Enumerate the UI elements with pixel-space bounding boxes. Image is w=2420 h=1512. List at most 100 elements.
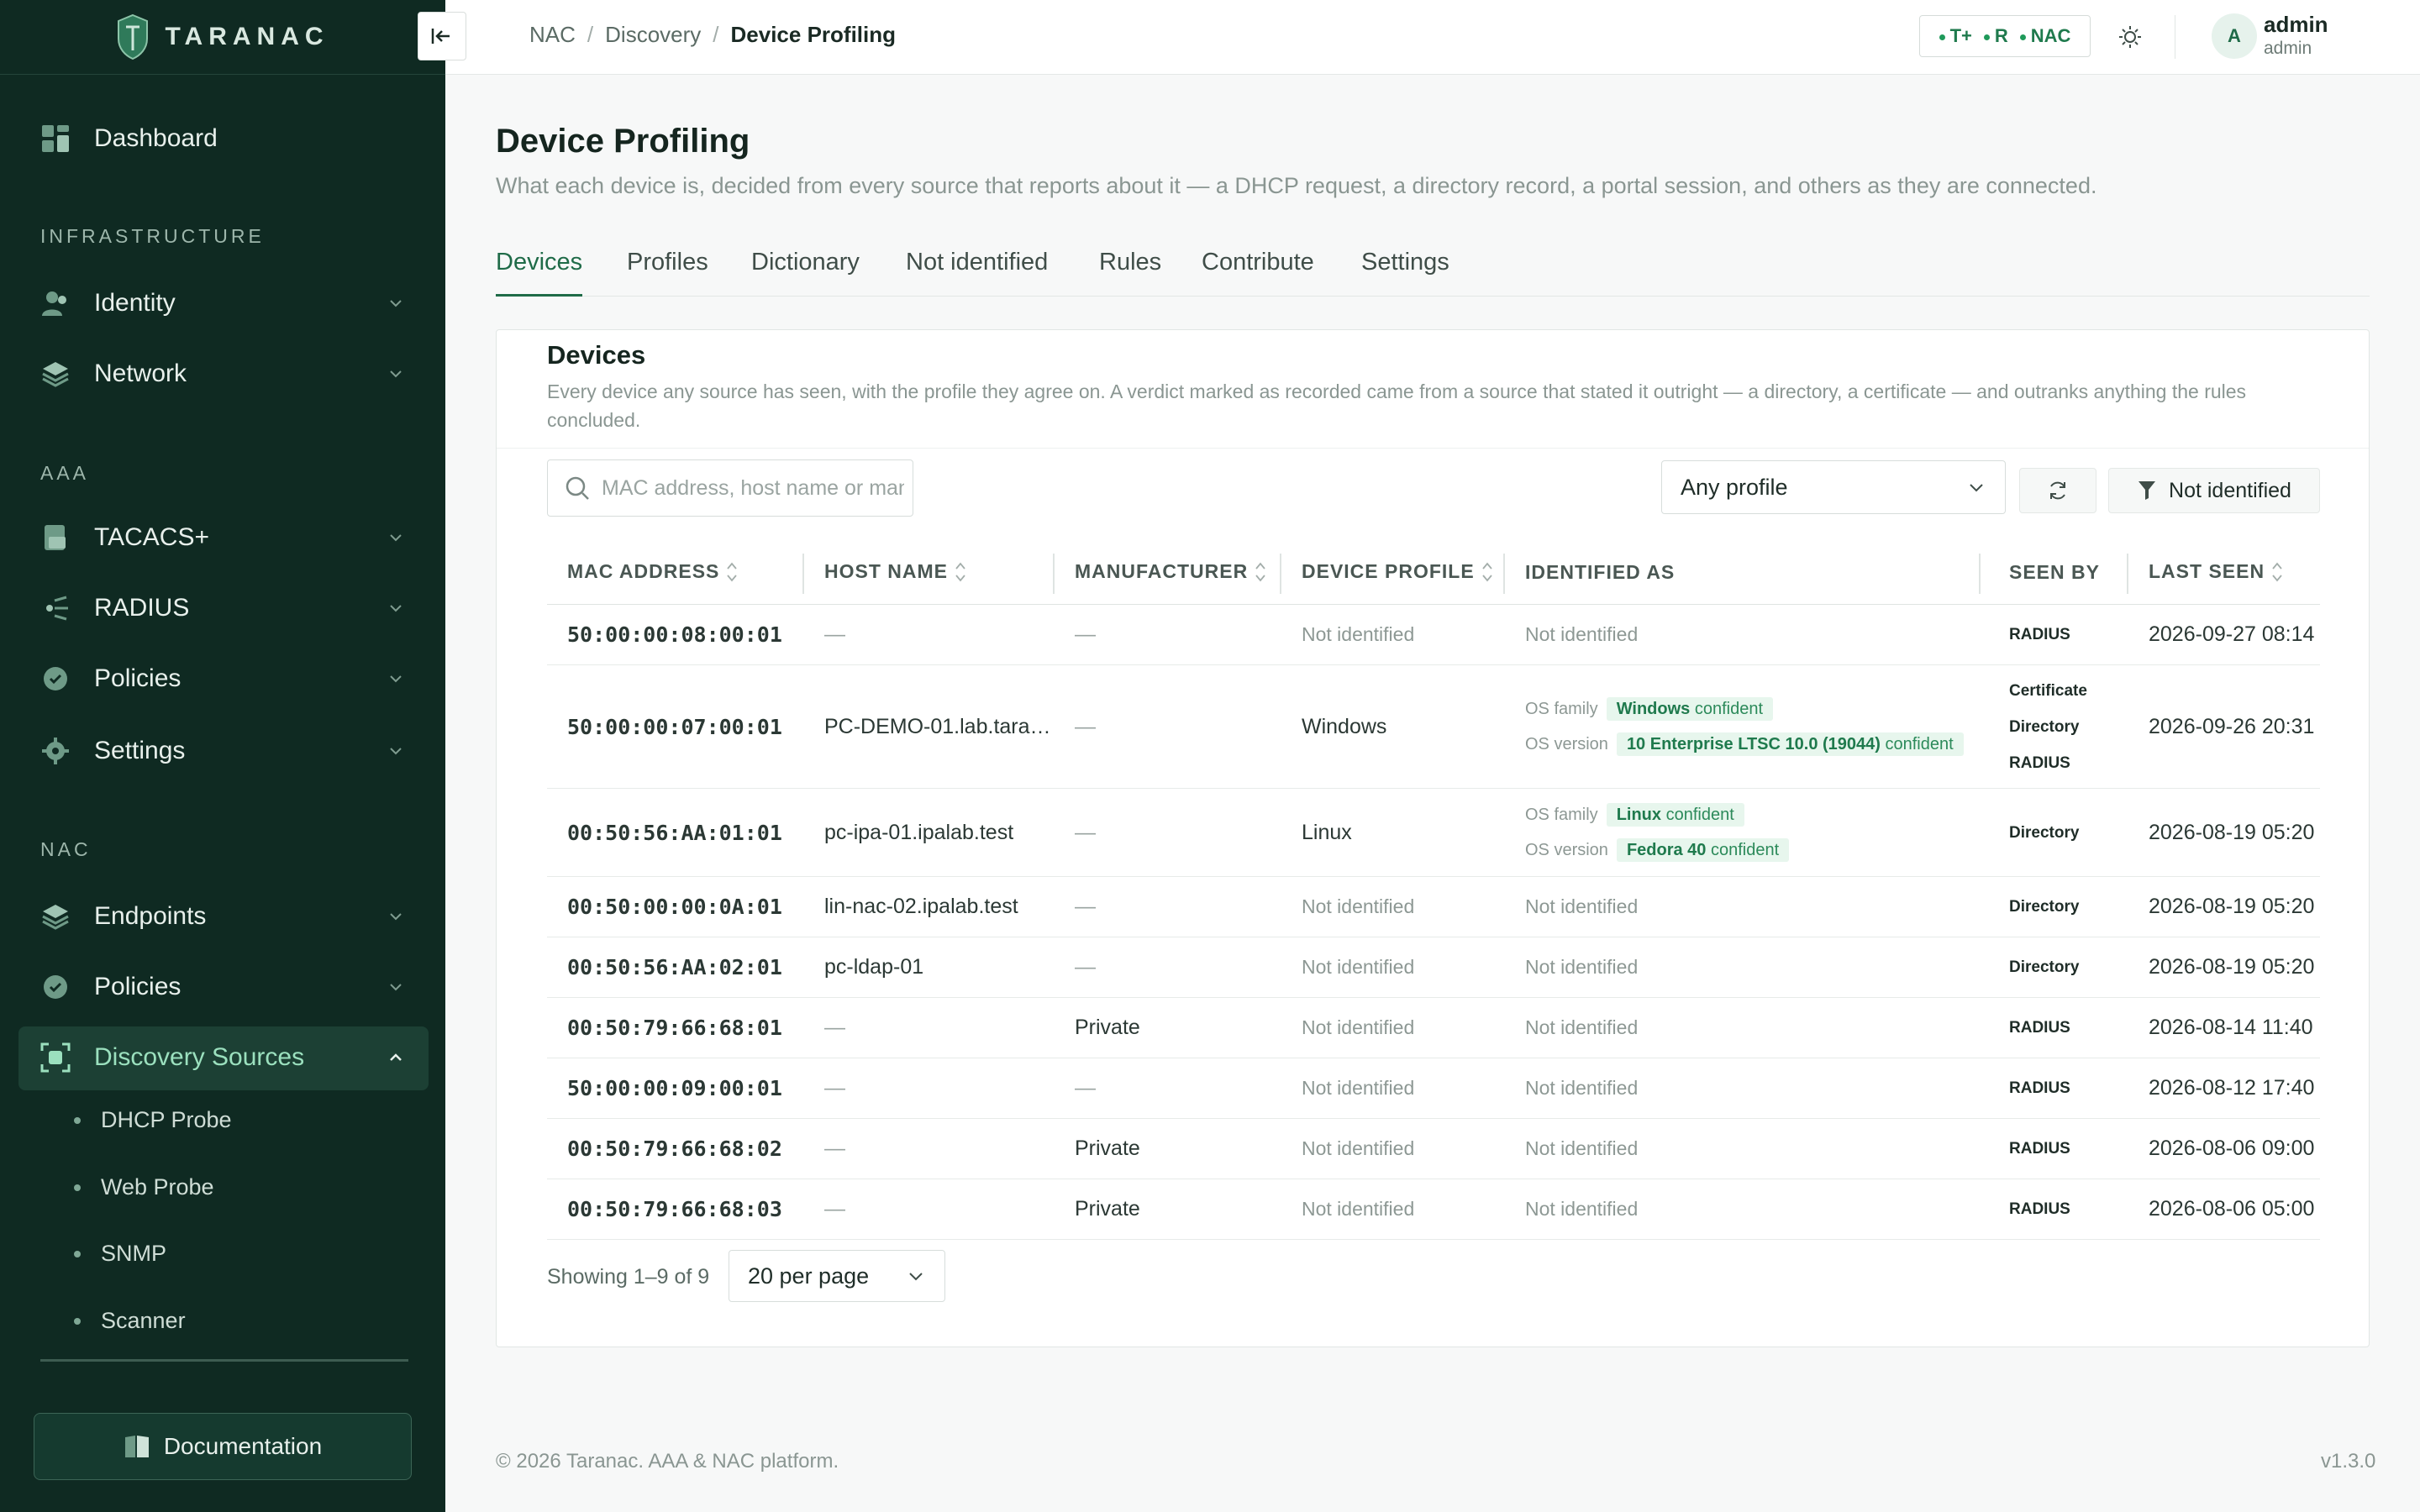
protocol-label: T+: [1949, 25, 1972, 46]
profile-filter-value: Any profile: [1681, 474, 1788, 500]
badge-check-icon: [40, 664, 71, 694]
breadcrumb-separator: /: [713, 22, 719, 47]
column-header-host[interactable]: HOST NAME: [804, 540, 1055, 605]
cell-profile-value: Not identified: [1302, 1077, 1415, 1099]
cell-last-seen: 2026-08-19 05:20: [2128, 937, 2320, 998]
cell-seen-by: Directory: [1981, 876, 2128, 937]
sidebar-item-label: Policies: [94, 664, 182, 692]
refresh-button[interactable]: [2019, 468, 2096, 513]
tab-not-identified[interactable]: Not identified: [906, 249, 1048, 294]
cell-manufacturer: —: [1055, 788, 1281, 877]
per-page-select[interactable]: 20 per page: [729, 1250, 945, 1302]
breadcrumb-discovery[interactable]: Discovery: [605, 22, 701, 48]
cell-identified: Not identified: [1505, 876, 1981, 937]
table-row[interactable]: 00:50:79:66:68:03 — Private Not identifi…: [547, 1179, 2320, 1240]
search-box[interactable]: [547, 459, 913, 517]
cell-identified: OS family Linux confident OS version Fedor…: [1505, 788, 1981, 877]
cell-seen-by: RADIUS: [1981, 604, 2128, 665]
documentation-button[interactable]: Documentation: [34, 1413, 412, 1480]
table-row[interactable]: 00:50:56:AA:01:01 pc-ipa-01.ipalab.test …: [547, 788, 2320, 877]
cell-host-value: —: [824, 1197, 845, 1221]
sub-item-label: DHCP Probe: [101, 1107, 232, 1132]
devices-card: Devices Every device any source has seen…: [496, 329, 2370, 1347]
table-row[interactable]: 50:00:00:08:00:01 — — Not identified Not…: [547, 604, 2320, 665]
not-identified-filter-button[interactable]: Not identified: [2108, 468, 2320, 513]
protocol-status[interactable]: T+ R NAC: [1919, 15, 2091, 57]
table-row[interactable]: 00:50:79:66:68:01 — Private Not identifi…: [547, 997, 2320, 1058]
cell-mac: 50:00:00:09:00:01: [547, 1058, 804, 1119]
table-header-row: MAC ADDRESS HOST NAME MANUFACTURER DEVIC…: [547, 540, 2320, 605]
cell-mac: 00:50:79:66:68:03: [547, 1179, 804, 1240]
table-row[interactable]: 00:50:56:AA:02:01 pc-ldap-01 — Not ident…: [547, 937, 2320, 998]
user-role: admin: [2264, 39, 2312, 58]
search-input[interactable]: [600, 475, 906, 501]
chevron-down-icon: [390, 300, 402, 307]
cell-identified-value: Not identified: [1525, 1016, 1639, 1038]
column-header-seen-by[interactable]: SEEN BY: [1981, 540, 2128, 605]
tab-settings[interactable]: Settings: [1361, 249, 1449, 294]
sort-icon: [2272, 563, 2282, 582]
table-row[interactable]: 50:00:00:07:00:01 PC-DEMO-01.lab.taranac…: [547, 664, 2320, 789]
sidebar-item-aaa-policies[interactable]: Policies: [40, 654, 405, 704]
column-header-profile[interactable]: DEVICE PROFILE: [1281, 540, 1505, 605]
sidebar-item-dashboard[interactable]: Dashboard: [40, 113, 405, 164]
not-identified-label: Not identified: [2169, 478, 2291, 502]
tab-profiles[interactable]: Profiles: [627, 249, 708, 294]
sidebar-item-settings[interactable]: Settings: [40, 726, 405, 776]
column-label: LAST SEEN: [2149, 559, 2265, 582]
column-header-mac[interactable]: MAC ADDRESS: [547, 540, 804, 605]
tab-contribute[interactable]: Contribute: [1202, 249, 1314, 294]
attribute-os-family: OS family Windows confident: [1525, 691, 1981, 727]
collapse-sidebar-button[interactable]: [418, 12, 466, 60]
source-tag: Certificate: [2009, 681, 2087, 700]
table-row[interactable]: 00:50:79:66:68:02 — Private Not identifi…: [547, 1118, 2320, 1179]
table-row[interactable]: 00:50:00:00:0A:01 lin-nac-02.ipalab.test…: [547, 876, 2320, 937]
topbar: NAC / Discovery / Device Profiling T+ R …: [445, 0, 2420, 75]
cell-manufacturer: —: [1055, 604, 1281, 665]
source-tag: Directory: [2009, 717, 2080, 736]
profile-filter-select[interactable]: Any profile: [1661, 460, 2006, 514]
cell-manufacturer-value: —: [1075, 622, 1096, 646]
cell-identified-value: Not identified: [1525, 623, 1639, 645]
sidebar-item-network[interactable]: Network: [40, 349, 405, 399]
sidebar-item-endpoints[interactable]: Endpoints: [40, 891, 405, 942]
users-icon: [40, 288, 71, 318]
sidebar-item-discovery-sources[interactable]: Discovery Sources: [40, 1032, 405, 1083]
theme-toggle-button[interactable]: [2113, 20, 2147, 54]
source-tag: RADIUS: [2009, 1140, 2070, 1158]
user-name[interactable]: admin: [2264, 12, 2328, 38]
sidebar-item-tacacs[interactable]: TACACS+: [40, 512, 405, 563]
tab-dictionary[interactable]: Dictionary: [751, 249, 860, 294]
sub-item-dhcp-probe[interactable]: DHCP Probe: [74, 1107, 232, 1133]
breadcrumb-nac[interactable]: NAC: [529, 22, 576, 48]
source-tag: RADIUS: [2009, 626, 2070, 643]
brand[interactable]: TARANAC: [0, 0, 445, 75]
column-label: HOST NAME: [824, 559, 948, 582]
sidebar-item-radius[interactable]: RADIUS: [40, 583, 405, 633]
avatar[interactable]: A: [2212, 13, 2257, 59]
tab-devices[interactable]: Devices: [496, 249, 583, 297]
sidebar-item-identity[interactable]: Identity: [40, 278, 405, 328]
cell-host: —: [804, 1179, 1055, 1240]
column-header-manufacturer[interactable]: MANUFACTURER: [1055, 540, 1281, 605]
sidebar-scrollbar[interactable]: [40, 1359, 408, 1362]
chevron-down-icon: [390, 984, 402, 991]
sub-item-scanner[interactable]: Scanner: [74, 1308, 186, 1334]
sub-item-web-probe[interactable]: Web Probe: [74, 1174, 214, 1200]
sidebar-item-nac-policies[interactable]: Policies: [40, 962, 405, 1012]
card-title: Devices: [547, 340, 646, 370]
protocol-label: NAC: [2030, 25, 2071, 46]
tab-rules[interactable]: Rules: [1099, 249, 1161, 294]
sidebar-item-label: Dashboard: [94, 124, 218, 152]
refresh-icon: [2050, 481, 2065, 500]
cell-host: pc-ldap-01: [804, 937, 1055, 998]
cell-profile: Not identified: [1281, 937, 1505, 998]
bullet-icon: [74, 1116, 81, 1124]
sub-item-snmp[interactable]: SNMP: [74, 1241, 166, 1267]
column-header-last-seen[interactable]: LAST SEEN: [2128, 540, 2320, 605]
column-header-identified[interactable]: IDENTIFIED AS: [1505, 540, 1981, 605]
cell-profile: Not identified: [1281, 604, 1505, 665]
confidence-label: confident: [1710, 841, 1780, 859]
table-row[interactable]: 50:00:00:09:00:01 — — Not identified Not…: [547, 1058, 2320, 1119]
chevron-down-icon: [390, 605, 402, 612]
